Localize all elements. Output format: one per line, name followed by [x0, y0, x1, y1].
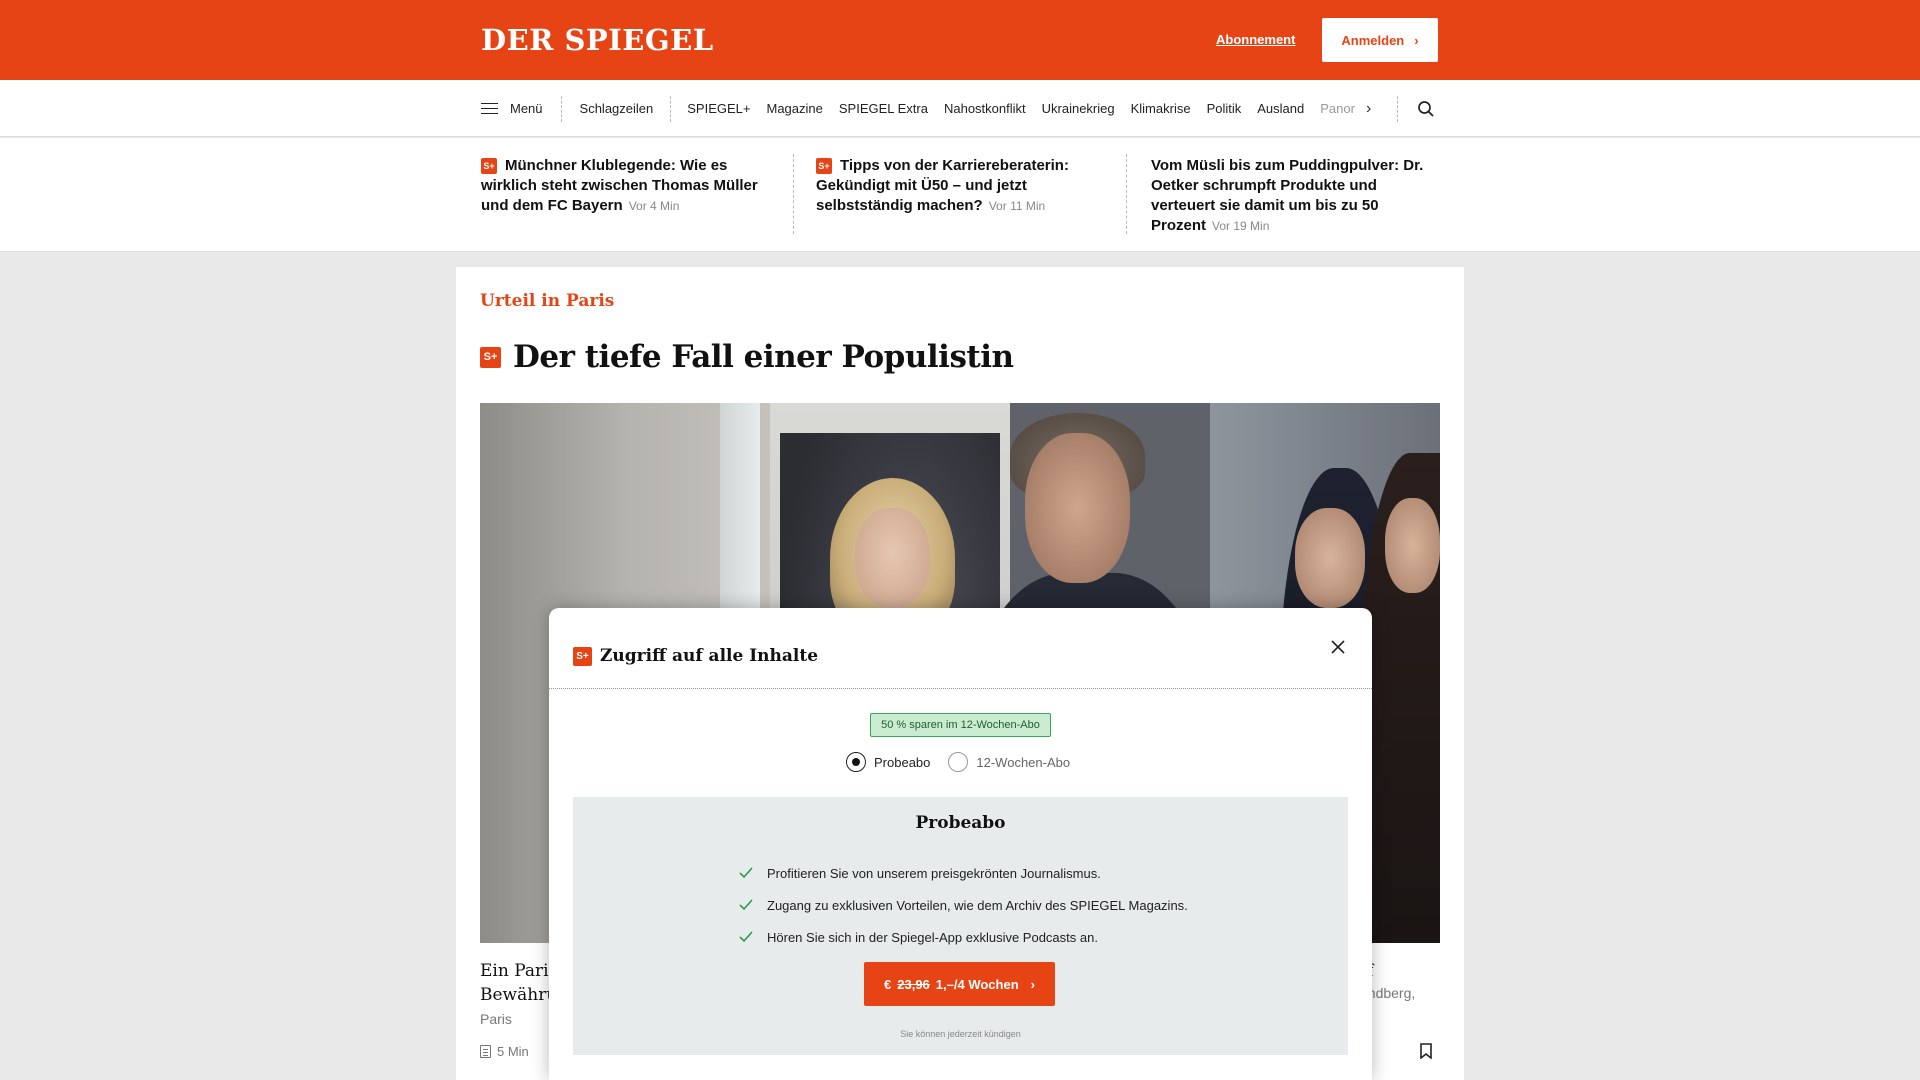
- document-icon: [480, 1045, 491, 1058]
- benefit-list: Profitieren Sie von unserem preisgekrönt…: [739, 857, 1188, 953]
- ticker-time: Vor 4 Min: [628, 199, 680, 213]
- article-location: Paris: [480, 1011, 512, 1027]
- bookmark-icon[interactable]: [1420, 1043, 1432, 1059]
- cancel-note: Sie können jederzeit kündigen: [900, 1029, 1021, 1039]
- nav-item-spiegel-extra[interactable]: SPIEGEL Extra: [831, 101, 936, 116]
- radio-selected[interactable]: [846, 752, 866, 772]
- plan-title: Probeabo: [915, 813, 1006, 833]
- option-probeabo[interactable]: Probeabo: [846, 752, 930, 772]
- nav-item-schlagzeilen[interactable]: Schlagzeilen: [562, 95, 672, 122]
- article-kicker: Urteil in Paris: [480, 291, 615, 311]
- article-headline[interactable]: S+ Der tiefe Fall einer Populistin: [480, 339, 1014, 375]
- option-label: 12-Wochen-Abo: [976, 754, 1071, 770]
- ticker-item[interactable]: S+ Tipps von der Karriereberaterin: Gekün…: [816, 156, 1116, 216]
- nav-item-ausland[interactable]: Ausland: [1249, 101, 1312, 116]
- check-icon: [739, 867, 753, 879]
- benefit-text: Hören Sie sich in der Spiegel-App exklus…: [767, 929, 1098, 945]
- nav-item-nahostkonflikt[interactable]: Nahostkonflikt: [936, 101, 1034, 116]
- article-title: Der tiefe Fall einer Populistin: [513, 339, 1014, 375]
- ticker-divider: [1126, 154, 1127, 234]
- chevron-right-icon: ›: [1030, 976, 1035, 992]
- main-navigation: Menü Schlagzeilen SPIEGEL+ Magazine SPIE…: [0, 80, 1920, 137]
- benefit-text: Zugang zu exklusiven Vorteilen, wie dem …: [767, 897, 1188, 913]
- plan-details: Probeabo Profitieren Sie von unserem pre…: [573, 797, 1348, 1055]
- modal-title: Zugriff auf alle Inhalte: [600, 646, 819, 666]
- headline-ticker: S+ Münchner Klublegende: Wie es wirklich …: [0, 138, 1920, 252]
- plan-selector: Probeabo 12-Wochen-Abo: [846, 752, 1070, 772]
- ticker-title: Vom Müsli bis zum Puddingpulver: Dr. Oet…: [1151, 157, 1424, 234]
- option-label: Probeabo: [874, 754, 931, 770]
- teaser-line: Bewähru: [480, 985, 558, 1005]
- nav-item-politik[interactable]: Politik: [1199, 101, 1250, 116]
- benefit-item: Profitieren Sie von unserem preisgekrönt…: [739, 857, 1188, 889]
- menu-button[interactable]: Menü: [481, 95, 562, 122]
- check-icon: [739, 899, 753, 911]
- close-icon[interactable]: [1327, 636, 1349, 658]
- chevron-right-icon[interactable]: ›: [1366, 100, 1371, 118]
- modal-divider: [549, 688, 1372, 689]
- spiegel-plus-icon: S+: [480, 346, 501, 368]
- subscription-modal: S+ Zugriff auf alle Inhalte 50 % sparen …: [549, 608, 1372, 1080]
- nav-item-magazine[interactable]: Magazine: [758, 101, 830, 116]
- hamburger-icon: [481, 102, 498, 115]
- chevron-right-icon: ›: [1414, 32, 1419, 48]
- search-icon[interactable]: [1417, 100, 1435, 118]
- teaser-line: Ein Paris: [480, 961, 558, 981]
- cta-new-price: 1,–/4 Wochen: [935, 976, 1019, 992]
- article-teaser: Ein Paris Bewähru: [480, 959, 557, 1007]
- read-time: 5 Min: [480, 1044, 529, 1059]
- benefit-item: Zugang zu exklusiven Vorteilen, wie dem …: [739, 889, 1188, 921]
- radio-unselected[interactable]: [948, 752, 969, 772]
- read-time-label: 5 Min: [497, 1044, 529, 1059]
- check-icon: [739, 931, 753, 943]
- abonnement-link[interactable]: Abonnement: [1216, 32, 1295, 47]
- spiegel-plus-icon: S+: [481, 158, 497, 174]
- benefit-item: Hören Sie sich in der Spiegel-App exklus…: [739, 921, 1188, 953]
- cta-currency: €: [884, 976, 892, 992]
- top-header: DER SPIEGEL Abonnement Anmelden ›: [0, 0, 1920, 80]
- ticker-title: Münchner Klublegende: Wie es wirklich st…: [481, 157, 758, 214]
- option-12-wochen-abo[interactable]: 12-Wochen-Abo: [948, 752, 1070, 772]
- cta-old-price: 23,96: [897, 976, 930, 992]
- benefit-text: Profitieren Sie von unserem preisgekrönt…: [767, 865, 1101, 881]
- nav-item-klimakrise[interactable]: Klimakrise: [1123, 101, 1199, 116]
- spiegel-plus-icon: S+: [816, 158, 832, 174]
- savings-badge: 50 % sparen im 12-Wochen-Abo: [870, 713, 1051, 737]
- nav-item-spiegel-plus[interactable]: SPIEGEL+: [679, 101, 758, 116]
- ticker-time: Vor 19 Min: [1212, 219, 1270, 233]
- spiegel-logo[interactable]: DER SPIEGEL: [481, 24, 714, 56]
- ticker-time: Vor 11 Min: [988, 199, 1046, 213]
- modal-header: S+ Zugriff auf alle Inhalte: [573, 646, 818, 666]
- subscribe-button[interactable]: € 23,96 1,–/4 Wochen ›: [864, 962, 1055, 1006]
- ticker-item[interactable]: Vom Müsli bis zum Puddingpulver: Dr. Oet…: [1151, 156, 1441, 236]
- nav-item-panorama[interactable]: Panor: [1312, 101, 1363, 116]
- menu-label: Menü: [510, 101, 543, 116]
- login-button[interactable]: Anmelden ›: [1322, 18, 1438, 62]
- spiegel-plus-icon: S+: [573, 646, 592, 666]
- nav-item-ukrainekrieg[interactable]: Ukrainekrieg: [1034, 101, 1123, 116]
- ticker-item[interactable]: S+ Münchner Klublegende: Wie es wirklich …: [481, 156, 781, 216]
- ticker-divider: [793, 154, 794, 234]
- login-button-label: Anmelden: [1341, 32, 1405, 48]
- nav-divider: [1397, 96, 1398, 122]
